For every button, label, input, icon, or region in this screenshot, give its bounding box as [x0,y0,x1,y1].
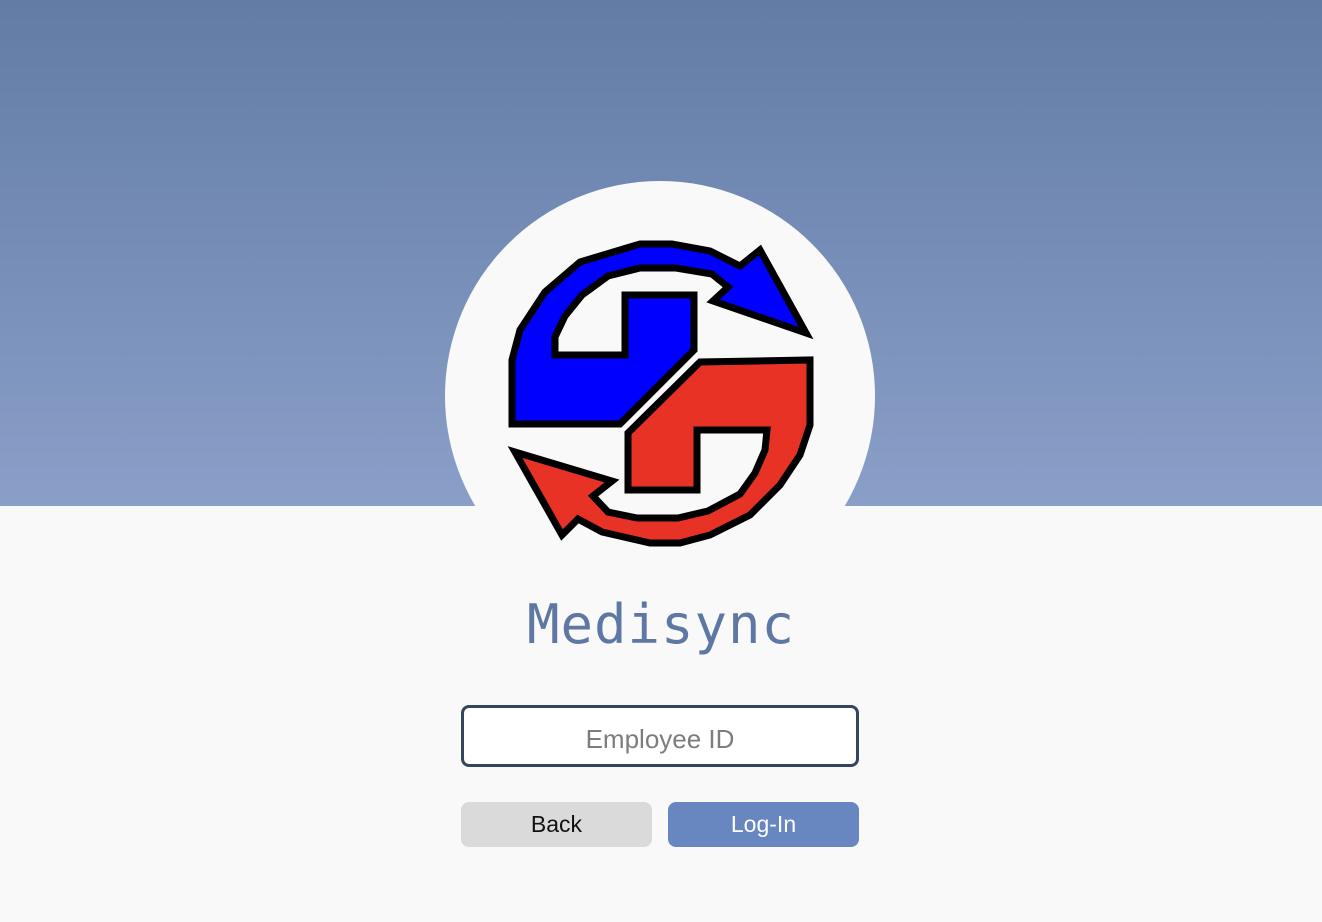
back-button[interactable]: Back [461,802,652,847]
app-title: Medisync [526,593,796,656]
employee-id-input[interactable] [461,705,859,767]
login-form: Back Log-In [461,705,859,848]
login-button[interactable]: Log-In [668,802,859,847]
